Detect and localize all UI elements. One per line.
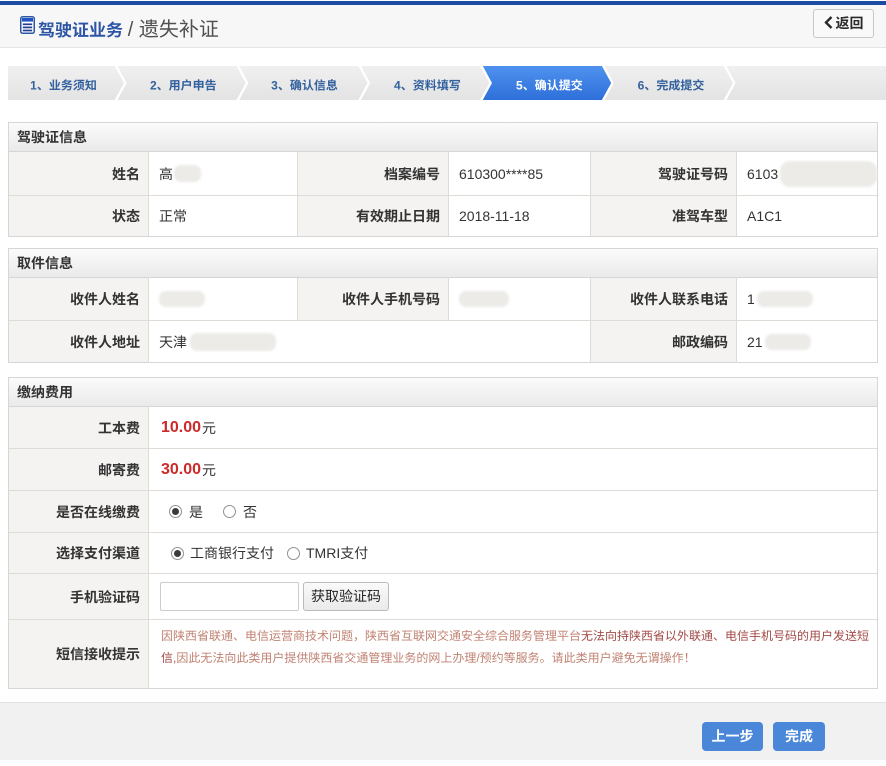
svg-text:1、业务须知: 1、业务须知	[30, 79, 97, 93]
svg-text:3、确认信息: 3、确认信息	[271, 79, 338, 93]
svg-text:4、资料填写: 4、资料填写	[394, 79, 461, 93]
svg-text:6、完成提交: 6、完成提交	[638, 79, 705, 93]
svg-text:5、确认提交: 5、确认提交	[516, 79, 583, 93]
svg-text:2、用户申告: 2、用户申告	[150, 79, 217, 93]
